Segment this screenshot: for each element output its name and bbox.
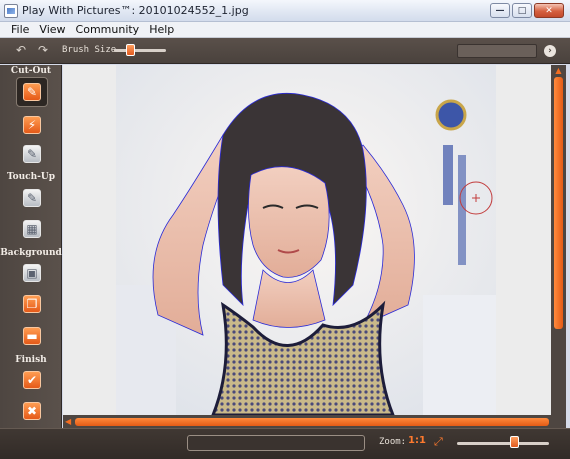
menu-help[interactable]: Help	[144, 22, 179, 37]
background-stack-icon: ❐	[23, 295, 41, 313]
touchup-layers-icon: ▦	[23, 220, 41, 238]
finish-accept-icon-glyph: ✔	[26, 373, 38, 387]
menu-bar: File View Community Help	[0, 22, 570, 38]
zoom-label: Zoom:	[379, 437, 407, 447]
minimize-icon: —	[495, 5, 505, 16]
tool-panel: Cut-Out ✎ ⚡ ✎ Touch-Up ✎ ▦ Background ▣ …	[0, 65, 62, 428]
status-bar: Zoom: 1:1 ⤢	[0, 428, 570, 459]
cutout-erase-icon-glyph: ⚡	[27, 118, 37, 132]
maximize-icon: □	[517, 5, 527, 16]
window-controls: — □ ✕	[490, 3, 564, 18]
menu-community[interactable]: Community	[71, 22, 145, 37]
cutout-refine-icon: ✎	[23, 145, 41, 163]
cutout-erase-button[interactable]: ⚡	[19, 112, 45, 138]
window-title: Play With Pictures™: 20101024552_1.jpg	[22, 4, 249, 17]
close-icon: ✕	[545, 5, 553, 16]
section-label-cutout: Cut-Out	[10, 66, 52, 76]
touchup-brush-icon-glyph: ✎	[26, 191, 38, 205]
brush-size-slider-thumb[interactable]	[125, 44, 135, 56]
section-label-touchup: Touch-Up	[6, 172, 56, 182]
photo-image[interactable]	[63, 65, 551, 417]
image-canvas[interactable]	[63, 65, 551, 417]
redo-icon[interactable]: ↷	[36, 44, 50, 56]
background-color-button[interactable]: ▬	[19, 323, 45, 349]
toolbar: ↶ ↷ Brush Size ›	[0, 38, 570, 64]
background-color-icon: ▬	[23, 327, 41, 345]
zoom-slider[interactable]	[457, 442, 549, 445]
zoom-slider-thumb[interactable]	[510, 436, 520, 448]
background-color-icon-glyph: ▬	[26, 329, 38, 343]
scroll-up-icon[interactable]: ▲	[554, 67, 563, 75]
background-image-button[interactable]: ▣	[19, 260, 45, 286]
vertical-scrollbar[interactable]: ▲	[551, 65, 566, 428]
section-label-background: Background	[0, 248, 62, 258]
finish-accept-button[interactable]: ✔	[19, 367, 45, 393]
brush-size-label: Brush Size	[62, 45, 117, 55]
menu-file[interactable]: File	[6, 22, 34, 37]
minimize-button[interactable]: —	[490, 3, 510, 18]
horizontal-scroll-thumb[interactable]	[75, 418, 549, 426]
zoom-actual-size-button[interactable]: 1:1	[408, 435, 426, 446]
scroll-left-icon[interactable]: ◀	[65, 418, 73, 426]
background-image-icon-glyph: ▣	[26, 266, 38, 280]
finish-accept-icon: ✔	[23, 371, 41, 389]
cutout-brush-button[interactable]: ✎	[16, 77, 48, 107]
zoom-fit-icon[interactable]: ⤢	[434, 435, 443, 449]
menu-view[interactable]: View	[34, 22, 70, 37]
cutout-erase-icon: ⚡	[23, 116, 41, 134]
brush-size-slider[interactable]	[114, 49, 166, 52]
cutout-brush-icon-glyph: ✎	[26, 85, 38, 99]
title-bar: Play With Pictures™: 20101024552_1.jpg —…	[0, 0, 570, 22]
status-field[interactable]	[187, 435, 365, 451]
touchup-brush-icon: ✎	[23, 189, 41, 207]
vertical-scroll-thumb[interactable]	[554, 77, 563, 329]
touchup-layers-icon-glyph: ▦	[26, 222, 38, 236]
undo-icon[interactable]: ↶	[14, 44, 28, 56]
finish-cancel-icon: ✖	[23, 402, 41, 420]
finish-cancel-button[interactable]: ✖	[19, 398, 45, 424]
app-icon	[4, 4, 18, 18]
touchup-layers-button[interactable]: ▦	[19, 216, 45, 242]
maximize-button[interactable]: □	[512, 3, 532, 18]
go-icon[interactable]: ›	[544, 45, 556, 57]
horizontal-scrollbar[interactable]: ◀	[63, 415, 551, 428]
section-label-finish: Finish	[15, 355, 47, 365]
background-stack-icon-glyph: ❐	[26, 297, 38, 311]
background-stack-button[interactable]: ❐	[19, 291, 45, 317]
cutout-refine-icon-glyph: ✎	[26, 147, 38, 161]
touchup-brush-button[interactable]: ✎	[19, 185, 45, 211]
close-button[interactable]: ✕	[534, 3, 564, 18]
background-image-icon: ▣	[23, 264, 41, 282]
finish-cancel-icon-glyph: ✖	[26, 404, 38, 418]
toolbar-search-input[interactable]	[457, 44, 537, 58]
cutout-refine-button[interactable]: ✎	[19, 141, 45, 167]
cutout-brush-icon: ✎	[23, 83, 41, 101]
